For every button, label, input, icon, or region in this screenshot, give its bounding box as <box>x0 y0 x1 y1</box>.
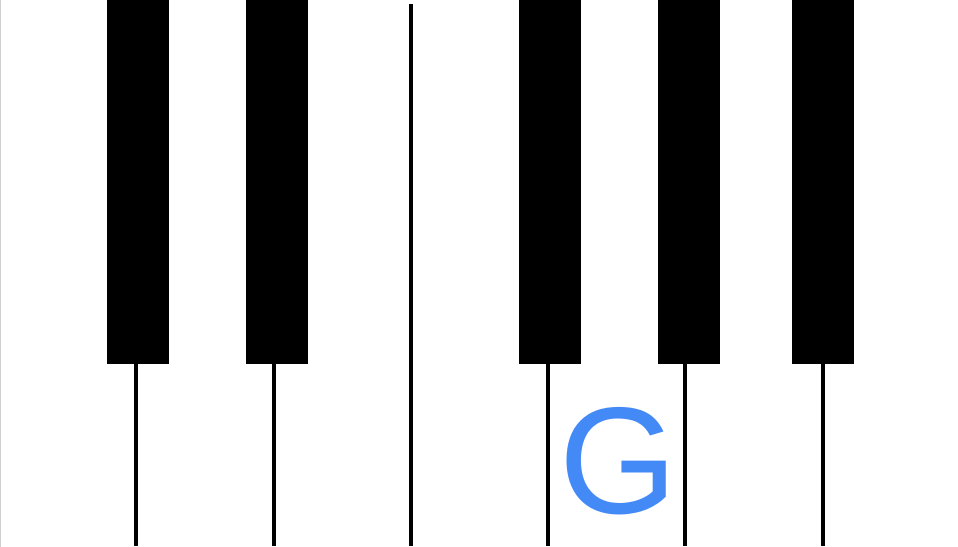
key-divider <box>821 362 825 546</box>
note-label: G <box>558 376 678 546</box>
black-key-c-sharp[interactable] <box>107 0 169 364</box>
key-divider <box>272 362 276 546</box>
black-key-d-sharp[interactable] <box>246 0 308 364</box>
black-key-f-sharp[interactable] <box>519 0 581 364</box>
key-divider <box>409 4 413 546</box>
piano-keyboard: G <box>0 0 958 547</box>
black-key-a-sharp[interactable] <box>792 0 854 364</box>
key-divider <box>134 362 138 546</box>
black-key-g-sharp[interactable] <box>658 0 720 364</box>
